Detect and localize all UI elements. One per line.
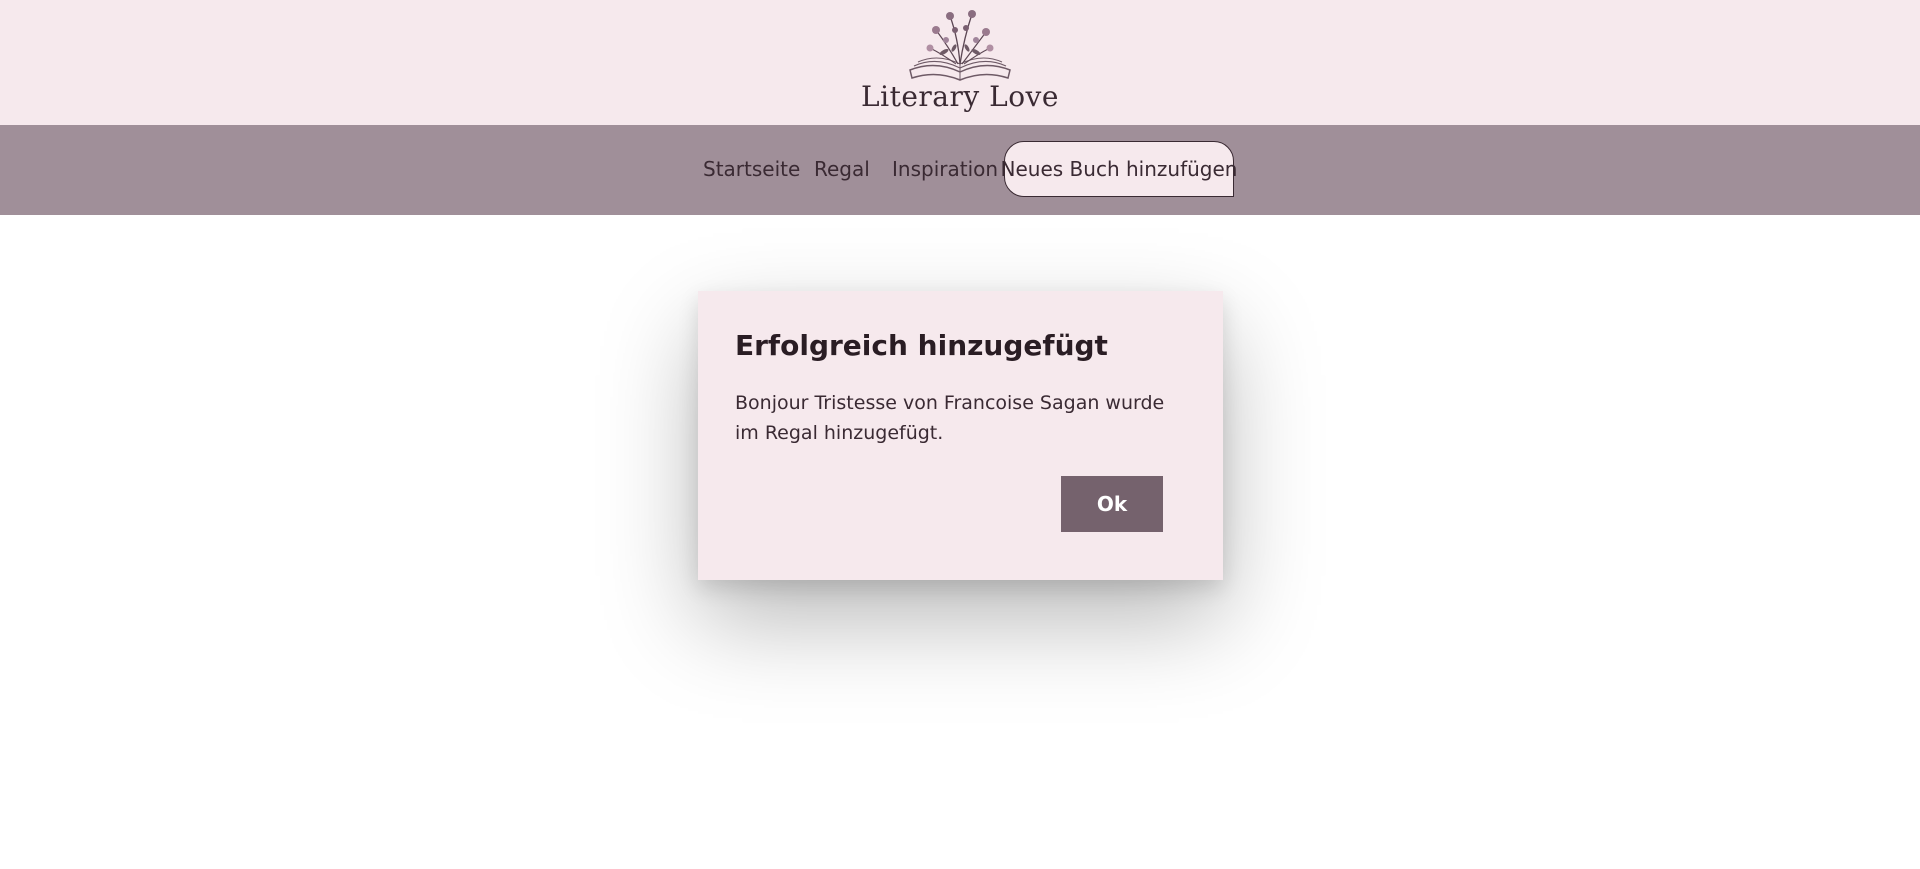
nav-item-startseite[interactable]: Startseite [703,159,800,179]
nav-item-inspiration[interactable]: Inspiration [892,159,998,179]
brand-name: Literary Love [861,80,1059,113]
nav-item-regal[interactable]: Regal [814,159,870,179]
site-header: Literary Love [0,0,1920,125]
dialog-message: Bonjour Tristesse von Francoise Sagan wu… [735,392,1165,444]
dialog-title: Erfolgreich hinzugefügt [735,329,1108,362]
ok-button[interactable]: Ok [1061,476,1163,532]
main-nav: Startseite Regal Inspiration Neues Buch … [0,125,1920,215]
open-book-flowers-icon [909,10,1011,81]
logo[interactable]: Literary Love [860,8,1060,118]
success-dialog: Erfolgreich hinzugefügt Bonjour Tristess… [698,291,1223,580]
nav-item-neues-buch-hinzufuegen[interactable]: Neues Buch hinzufügen [1001,141,1237,197]
